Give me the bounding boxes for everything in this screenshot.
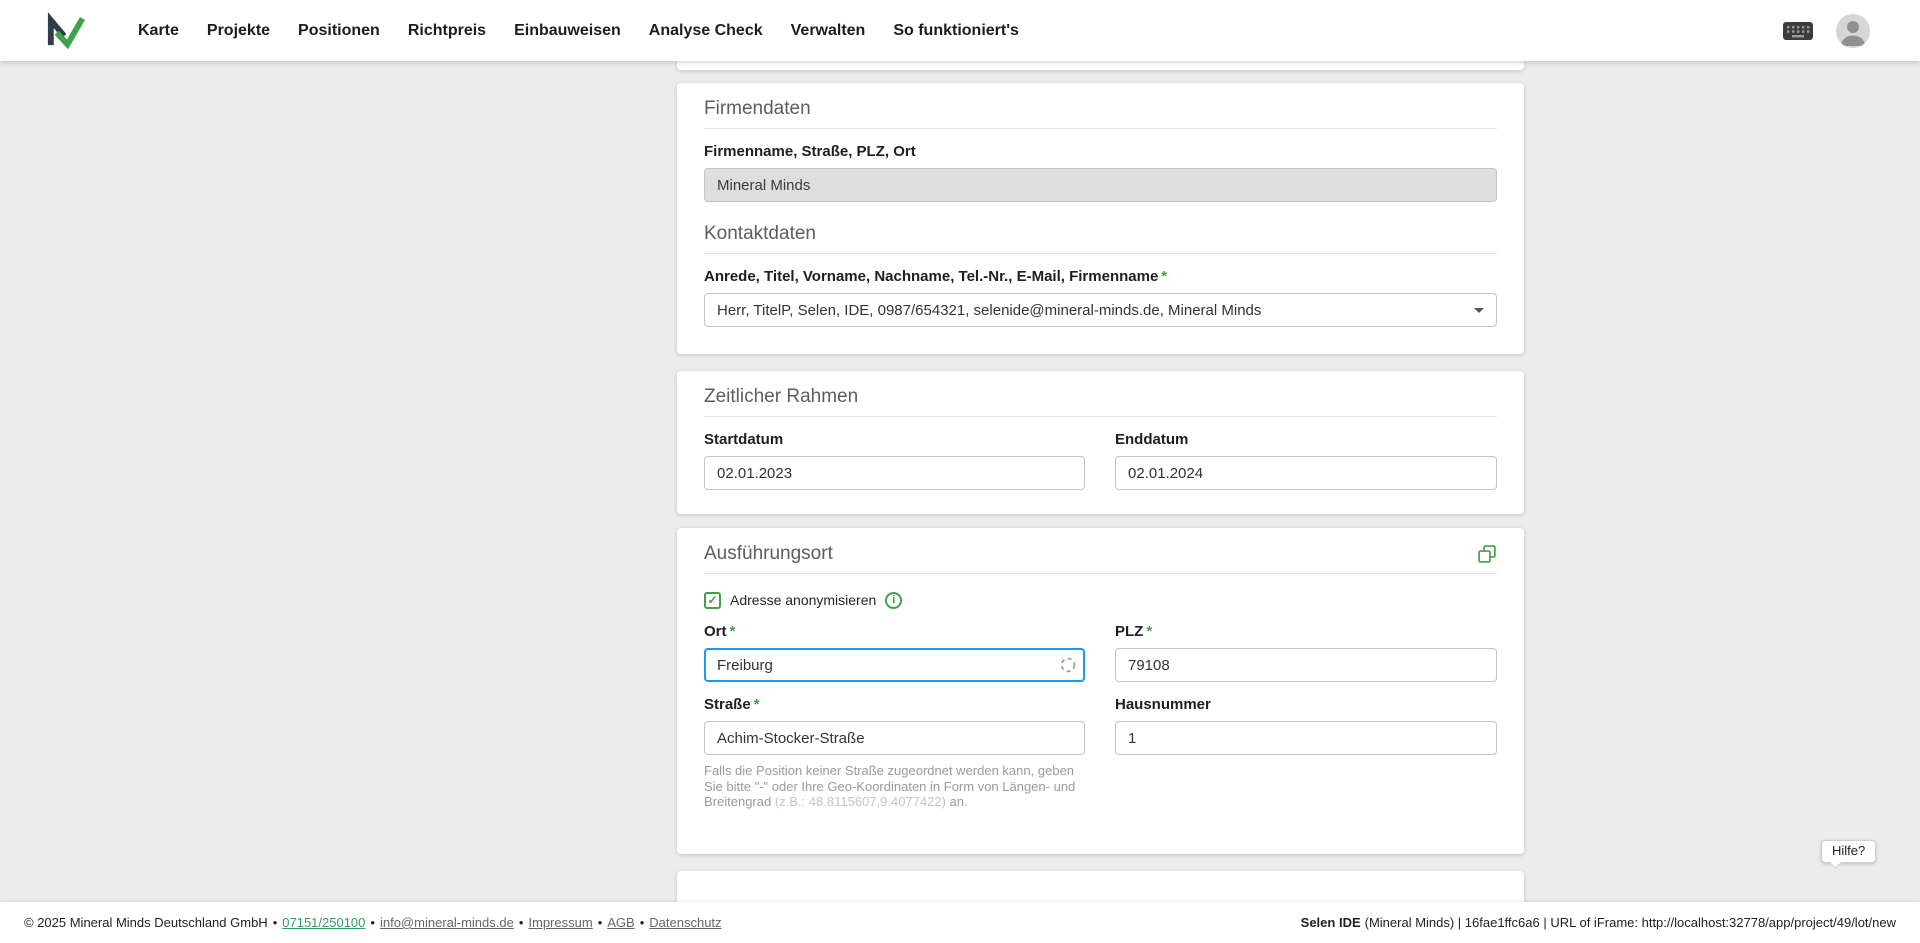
kontakt-select-value: Herr, TitelP, Selen, IDE, 0987/654321, s… xyxy=(717,302,1261,319)
card-partial-top xyxy=(677,61,1524,70)
firmenname-label: Firmenname, Straße, PLZ, Ort xyxy=(704,143,1497,161)
ausfuehrungsort-card: Ausführungsort ✓ Adresse anonymisieren i… xyxy=(677,528,1524,854)
required-marker: * xyxy=(754,696,760,713)
divider xyxy=(704,573,1497,574)
mineral-minds-logo-icon[interactable] xyxy=(45,11,85,51)
nav-item-einbauweisen[interactable]: Einbauweisen xyxy=(514,22,621,40)
separator-dot: • xyxy=(640,915,645,930)
enddatum-input[interactable] xyxy=(1115,456,1497,490)
keyboard-icon[interactable] xyxy=(1782,21,1814,41)
main-nav: Karte Projekte Positionen Richtpreis Ein… xyxy=(138,22,1019,40)
topbar-right-actions xyxy=(1782,14,1870,48)
nav-item-positionen[interactable]: Positionen xyxy=(298,22,380,40)
form-content-column: Firmendaten Firmenname, Straße, PLZ, Ort… xyxy=(677,61,1524,931)
hint-line-3-end: an. xyxy=(950,794,968,809)
firmenname-input xyxy=(704,168,1497,202)
ausfuehrungsort-title: Ausführungsort xyxy=(704,543,833,565)
ort-input[interactable] xyxy=(704,648,1085,682)
separator-dot: • xyxy=(370,915,375,930)
plz-label-text: PLZ xyxy=(1115,623,1143,640)
hint-line-3: Breitengrad (z.B.: 48.8115607,9.4077422)… xyxy=(704,794,1089,810)
kontakt-select[interactable]: Herr, TitelP, Selen, IDE, 0987/654321, s… xyxy=(704,293,1497,327)
loading-spinner-icon xyxy=(1060,657,1076,673)
plz-label: PLZ* xyxy=(1115,623,1497,641)
hint-coordinates-example: (z.B.: 48.8115607,9.4077422) xyxy=(775,794,946,809)
firmendaten-card: Firmendaten Firmenname, Straße, PLZ, Ort… xyxy=(677,83,1524,354)
nav-item-verwalten[interactable]: Verwalten xyxy=(791,22,866,40)
required-marker: * xyxy=(730,623,736,640)
strasse-hint: Falls die Position keiner Straße zugeord… xyxy=(704,763,1089,810)
email-link[interactable]: info@mineral-minds.de xyxy=(380,915,514,930)
footer: © 2025 Mineral Minds Deutschland GmbH • … xyxy=(0,902,1920,943)
strasse-label: Straße* xyxy=(704,696,1085,714)
startdatum-input[interactable] xyxy=(704,456,1085,490)
hint-line-1: Falls die Position keiner Straße zugeord… xyxy=(704,763,1089,779)
separator-dot: • xyxy=(519,915,524,930)
ide-session-info: (Mineral Minds) | 16fae1ffc6a6 | URL of … xyxy=(1365,915,1896,930)
required-marker: * xyxy=(1146,623,1152,640)
nav-item-karte[interactable]: Karte xyxy=(138,22,179,40)
hausnummer-input[interactable] xyxy=(1115,721,1497,755)
nav-item-so-funktionierts[interactable]: So funktioniert's xyxy=(893,22,1019,40)
impressum-link[interactable]: Impressum xyxy=(528,915,592,930)
ort-label-text: Ort xyxy=(704,623,727,640)
top-navigation-bar: Karte Projekte Positionen Richtpreis Ein… xyxy=(0,0,1920,61)
plz-input[interactable] xyxy=(1115,648,1497,682)
zeitlicher-rahmen-card: Zeitlicher Rahmen Startdatum Enddatum xyxy=(677,371,1524,514)
hausnummer-label: Hausnummer xyxy=(1115,696,1497,714)
footer-left: © 2025 Mineral Minds Deutschland GmbH • … xyxy=(24,915,722,930)
nav-item-analyse-check[interactable]: Analyse Check xyxy=(649,22,763,40)
ide-brand-text: Selen IDE xyxy=(1301,915,1361,930)
footer-right: Selen IDE (Mineral Minds) | 16fae1ffc6a6… xyxy=(1301,915,1896,930)
divider xyxy=(704,253,1497,254)
copy-icon[interactable] xyxy=(1477,544,1497,564)
phone-link[interactable]: 07151/250100 xyxy=(282,915,365,930)
nav-item-richtpreis[interactable]: Richtpreis xyxy=(408,22,486,40)
strasse-label-text: Straße xyxy=(704,696,751,713)
startdatum-label: Startdatum xyxy=(704,431,1085,449)
ort-label: Ort* xyxy=(704,623,1085,641)
kontakt-label: Anrede, Titel, Vorname, Nachname, Tel.-N… xyxy=(704,268,1497,286)
datenschutz-link[interactable]: Datenschutz xyxy=(649,915,721,930)
divider xyxy=(704,128,1497,129)
kontakt-label-text: Anrede, Titel, Vorname, Nachname, Tel.-N… xyxy=(704,268,1158,285)
enddatum-label: Enddatum xyxy=(1115,431,1497,449)
separator-dot: • xyxy=(273,915,278,930)
anonymize-label: Adresse anonymisieren xyxy=(730,591,876,609)
separator-dot: • xyxy=(598,915,603,930)
chevron-down-icon xyxy=(1474,308,1484,313)
hint-line-2: Sie bitte "-" oder Ihre Geo-Koordinaten … xyxy=(704,779,1089,795)
required-marker: * xyxy=(1161,268,1167,285)
strasse-input[interactable] xyxy=(704,721,1085,755)
kontaktdaten-title: Kontaktdaten xyxy=(704,223,1497,245)
firmendaten-title: Firmendaten xyxy=(704,98,1497,120)
nav-item-projekte[interactable]: Projekte xyxy=(207,22,270,40)
anonymize-checkbox[interactable]: ✓ xyxy=(704,592,721,609)
copyright-text: © 2025 Mineral Minds Deutschland GmbH xyxy=(24,915,268,930)
user-avatar[interactable] xyxy=(1836,14,1870,48)
info-icon[interactable]: i xyxy=(885,592,902,609)
help-button[interactable]: Hilfe? xyxy=(1821,840,1876,863)
agb-link[interactable]: AGB xyxy=(607,915,634,930)
hint-line-3-start: Breitengrad xyxy=(704,794,771,809)
zeitraum-title: Zeitlicher Rahmen xyxy=(704,386,1497,408)
